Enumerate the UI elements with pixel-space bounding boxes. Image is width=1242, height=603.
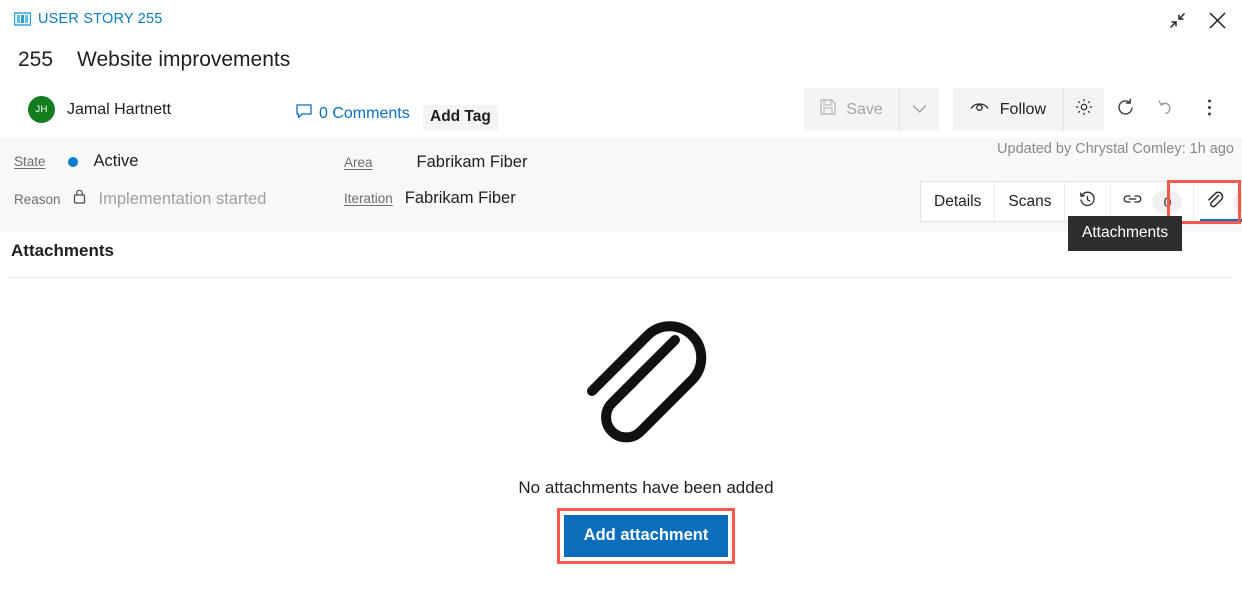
gear-icon [1075,98,1093,121]
large-paperclip-icon [571,300,721,450]
more-options-button[interactable] [1188,88,1230,131]
attachments-count: 0 [1233,190,1242,213]
collapse-diagonal-icon [1169,12,1186,34]
tab-attachments[interactable]: 0 [1194,182,1242,222]
field-area-value: Fabrikam Fiber [416,153,528,171]
eye-icon [970,101,989,119]
attachments-tooltip: Attachments [1068,216,1183,251]
comment-bubble-icon [296,104,312,124]
save-disk-icon [820,99,836,120]
add-attachment-wrap: Add attachment [556,508,736,564]
field-reason-value: Implementation started [98,189,267,208]
attachments-empty-state: No attachments have been added Add attac… [0,300,1242,564]
field-state-value: Active [93,152,139,170]
work-item-type-label: USER STORY 255 [38,11,163,27]
chevron-down-icon [912,101,927,119]
settings-button[interactable] [1063,88,1104,131]
field-reason-label: Reason [14,191,61,207]
lock-icon [73,189,86,209]
restore-button[interactable] [1160,8,1194,38]
assignee-row[interactable]: JH Jamal Hartnett [28,96,171,123]
history-clock-icon [1078,190,1097,214]
link-icon [1122,192,1143,211]
comments-count-label: 0 Comments [319,105,410,122]
updated-by-text: Updated by Chrystal Comley: 1h ago [997,141,1234,157]
empty-state-message: No attachments have been added [518,478,774,497]
work-item-header: USER STORY 255 255 Website improvements … [0,0,1242,138]
more-vertical-icon [1207,98,1212,122]
add-tag-button[interactable]: Add Tag [423,105,498,130]
field-area-label: Area [344,155,373,170]
follow-button-group: Follow [952,88,1104,131]
field-reason: Reason Implementation started [14,189,266,209]
section-divider [10,277,1232,278]
work-item-title-row: 255 Website improvements [18,48,290,72]
save-dropdown-button[interactable] [898,88,939,131]
close-icon [1208,11,1227,35]
work-item-title[interactable]: Website improvements [77,48,290,72]
window-controls [1160,8,1234,38]
work-item-type-row[interactable]: USER STORY 255 [13,11,163,27]
field-state[interactable]: State Active [14,152,138,171]
save-button[interactable]: Save [804,88,898,131]
tab-details[interactable]: Details [921,182,996,221]
section-title: Attachments [11,241,114,260]
follow-button[interactable]: Follow [953,88,1063,131]
avatar: JH [28,96,55,123]
work-item-id: 255 [18,48,54,71]
save-button-group: Save [804,88,939,131]
assignee-name: Jamal Hartnett [67,100,172,118]
undo-icon [1157,98,1177,122]
field-state-label: State [14,154,46,169]
add-attachment-button[interactable]: Add attachment [563,515,729,557]
field-iteration[interactable]: Iteration Fabrikam Fiber [344,189,516,208]
follow-label: Follow [999,100,1046,118]
field-area[interactable]: Area Fabrikam Fiber [344,153,527,172]
tab-scans[interactable]: Scans [995,182,1066,221]
tab-scans-label: Scans [1008,192,1052,210]
tab-details-label: Details [934,192,982,210]
comments-link[interactable]: 0 Comments [296,104,410,124]
field-iteration-label: Iteration [344,191,393,206]
user-story-icon [13,11,32,27]
field-iteration-value: Fabrikam Fiber [404,189,516,207]
paperclip-icon [1205,190,1224,214]
links-count: 0 [1152,190,1183,213]
close-button[interactable] [1200,8,1234,38]
work-item-dialog: USER STORY 255 255 Website improvements … [0,0,1242,603]
refresh-icon [1116,98,1135,122]
work-item-toolbar: Save Follow [804,88,1230,131]
state-dot-icon [67,156,78,167]
refresh-button[interactable] [1104,88,1146,131]
save-label: Save [846,100,883,118]
undo-button[interactable] [1146,88,1188,131]
